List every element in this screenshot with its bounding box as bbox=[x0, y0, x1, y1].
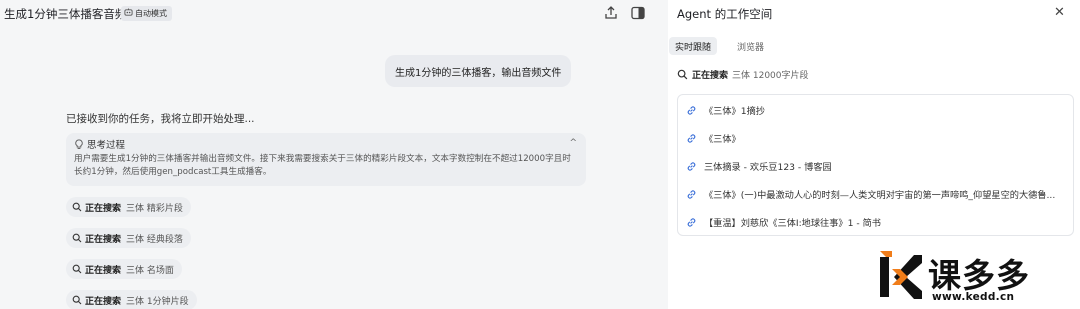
auto-mode-icon bbox=[124, 8, 133, 19]
search-step-query: 三体 精彩片段 bbox=[126, 203, 183, 214]
close-icon[interactable]: ✕ bbox=[1054, 5, 1065, 20]
chat-pane: 生成1分钟三体播客音频 自动模式 生成1分钟的三体播客，输出音频文件 已接收到你… bbox=[0, 0, 660, 309]
chat-header: 生成1分钟三体播客音频 自动模式 bbox=[0, 0, 660, 28]
search-step-label: 正在搜索 bbox=[85, 265, 122, 276]
auto-mode-badge[interactable]: 自动模式 bbox=[121, 6, 172, 21]
search-step-query: 三体 名场面 bbox=[126, 265, 174, 276]
search-result[interactable]: 《三体》(一)中最激动人心的时刻—人类文明对宇宙的第一声啼鸣_仰望星空的大德鲁.… bbox=[678, 180, 1073, 208]
watermark-brand: 课多多 bbox=[928, 256, 1030, 295]
watermark-logo-icon bbox=[880, 251, 922, 299]
link-icon bbox=[687, 105, 696, 115]
search-result[interactable]: 【重温】刘慈欣《三体Ⅰ:地球往事》1 - 简书 bbox=[678, 208, 1073, 236]
search-step-3[interactable]: 正在搜索 三体 名场面 bbox=[66, 259, 182, 279]
user-message-bubble: 生成1分钟的三体播客，输出音频文件 bbox=[385, 55, 572, 87]
sidebar-toggle-icon[interactable] bbox=[630, 5, 646, 21]
search-step-1[interactable]: 正在搜索 三体 精彩片段 bbox=[66, 197, 191, 217]
link-icon bbox=[687, 161, 696, 171]
search-icon bbox=[72, 295, 82, 305]
share-icon[interactable] bbox=[603, 5, 619, 21]
watermark: 课多多 www.kedd.cn bbox=[878, 247, 1078, 307]
assistant-ack-text: 已接收到你的任务，我将立即开始处理... bbox=[66, 113, 255, 125]
search-results-list: 《三体》1摘抄 《三体》 三体摘录 - 欢乐豆123 - 博客园 《三体》(一)… bbox=[677, 94, 1074, 236]
thinking-header[interactable]: 思考过程 bbox=[74, 138, 578, 151]
current-search: 正在搜索 三体 12000字片段 bbox=[677, 68, 809, 81]
tab-live-follow[interactable]: 实时跟随 bbox=[669, 37, 718, 55]
thinking-panel[interactable]: 思考过程 ^ 用户需要生成1分钟的三体播客并输出音频文件。接下来我需要搜索关于三… bbox=[66, 133, 586, 186]
search-icon bbox=[72, 202, 82, 212]
search-result-title: 《三体》1摘抄 bbox=[704, 106, 765, 117]
pane-divider[interactable] bbox=[660, 0, 668, 309]
thinking-text: 用户需要生成1分钟的三体播客并输出音频文件。接下来我需要搜索关于三体的精彩片段文… bbox=[74, 154, 571, 177]
auto-mode-label: 自动模式 bbox=[135, 9, 167, 18]
search-step-label: 正在搜索 bbox=[85, 234, 122, 245]
search-step-query: 三体 1分钟片段 bbox=[126, 296, 189, 307]
current-search-label: 正在搜索 bbox=[692, 71, 729, 81]
tab-browser[interactable]: 浏览器 bbox=[731, 37, 770, 55]
search-result-title: 【重温】刘慈欣《三体Ⅰ:地球往事》1 - 简书 bbox=[704, 218, 881, 229]
search-result[interactable]: 三体摘录 - 欢乐豆123 - 博客园 bbox=[678, 152, 1073, 180]
search-result-title: 三体摘录 - 欢乐豆123 - 博客园 bbox=[704, 162, 832, 173]
search-icon bbox=[677, 69, 688, 80]
search-result-title: 《三体》(一)中最激动人心的时刻—人类文明对宇宙的第一声啼鸣_仰望星空的大德鲁.… bbox=[704, 190, 1056, 201]
search-result[interactable]: 《三体》 bbox=[678, 124, 1073, 152]
search-step-query: 三体 经典段落 bbox=[126, 234, 183, 245]
search-step-label: 正在搜索 bbox=[85, 296, 122, 307]
current-search-query: 三体 12000字片段 bbox=[732, 71, 809, 81]
lightbulb-icon bbox=[75, 138, 83, 149]
search-step-4[interactable]: 正在搜索 三体 1分钟片段 bbox=[66, 290, 197, 309]
user-message-text: 生成1分钟的三体播客，输出音频文件 bbox=[395, 67, 562, 79]
search-step-2[interactable]: 正在搜索 三体 经典段落 bbox=[66, 228, 191, 248]
link-icon bbox=[687, 189, 696, 199]
watermark-url: www.kedd.cn bbox=[932, 291, 1015, 303]
search-result[interactable]: 《三体》1摘抄 bbox=[678, 96, 1073, 124]
chevron-up-icon[interactable]: ^ bbox=[569, 138, 577, 148]
conversation-title: 生成1分钟三体播客音频 bbox=[4, 7, 127, 21]
search-step-label: 正在搜索 bbox=[85, 203, 122, 214]
search-result-title: 《三体》 bbox=[704, 134, 741, 145]
thinking-title: 思考过程 bbox=[87, 140, 126, 151]
search-icon bbox=[72, 264, 82, 274]
workspace-title: Agent 的工作空间 bbox=[677, 7, 773, 21]
link-icon bbox=[687, 133, 696, 143]
search-icon bbox=[72, 233, 82, 243]
link-icon bbox=[687, 217, 696, 227]
